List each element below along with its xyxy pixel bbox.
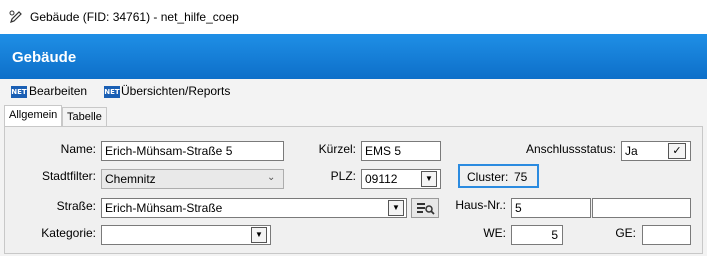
window-title: Gebäude (FID: 34761) - net_hilfe_coep xyxy=(30,10,239,24)
stadtfilter-label: Stadtfilter: xyxy=(41,169,96,183)
hausnr-suffix-field[interactable] xyxy=(592,198,691,218)
tab-tabelle[interactable]: Tabelle xyxy=(62,107,107,127)
kuerzel-field[interactable]: EMS 5 xyxy=(361,141,441,161)
reports-overview-button[interactable]: Übersichten/Reports xyxy=(121,84,230,98)
pencil-edit-icon xyxy=(8,9,24,25)
page-header xyxy=(0,34,707,79)
hausnr-label: Haus-Nr.: xyxy=(455,198,506,212)
strasse-select[interactable]: Erich-Mühsam-Straße xyxy=(101,198,407,218)
cluster-label: Cluster: xyxy=(467,170,509,184)
name-field[interactable]: Erich-Mühsam-Straße 5 xyxy=(101,141,284,161)
ge-label: GE: xyxy=(615,226,636,240)
hausnr-field[interactable]: 5 xyxy=(511,198,591,218)
stadtfilter-select[interactable]: Chemnitz xyxy=(101,169,284,189)
net-app-icon: NET xyxy=(104,86,120,98)
kategorie-label: Kategorie: xyxy=(41,226,96,240)
edit-button[interactable]: Bearbeiten xyxy=(29,84,87,98)
chevron-down-icon[interactable]: ⌄ xyxy=(267,171,279,185)
search-list-icon[interactable] xyxy=(411,198,439,218)
ge-field[interactable] xyxy=(642,225,691,245)
name-label: Name: xyxy=(60,142,96,156)
net-app-icon: NET xyxy=(11,86,27,98)
we-label: WE: xyxy=(483,226,506,240)
checkmark-icon[interactable]: ✓ xyxy=(668,143,686,159)
we-field[interactable]: 5 xyxy=(511,225,563,245)
cluster-value: 75 xyxy=(514,170,528,184)
dropdown-arrow-icon[interactable]: ▼ xyxy=(251,227,267,243)
page-title: Gebäude xyxy=(12,49,77,66)
strasse-label: Straße: xyxy=(56,199,96,213)
dropdown-arrow-icon[interactable]: ▼ xyxy=(388,200,404,216)
anschlussstatus-label: Anschlussstatus: xyxy=(525,142,616,156)
kuerzel-label: Kürzel: xyxy=(318,142,356,156)
kategorie-select[interactable] xyxy=(101,225,271,245)
dropdown-arrow-icon[interactable]: ▼ xyxy=(421,171,437,187)
tab-allgemein[interactable]: Allgemein xyxy=(4,105,63,127)
plz-label: PLZ: xyxy=(330,169,356,183)
